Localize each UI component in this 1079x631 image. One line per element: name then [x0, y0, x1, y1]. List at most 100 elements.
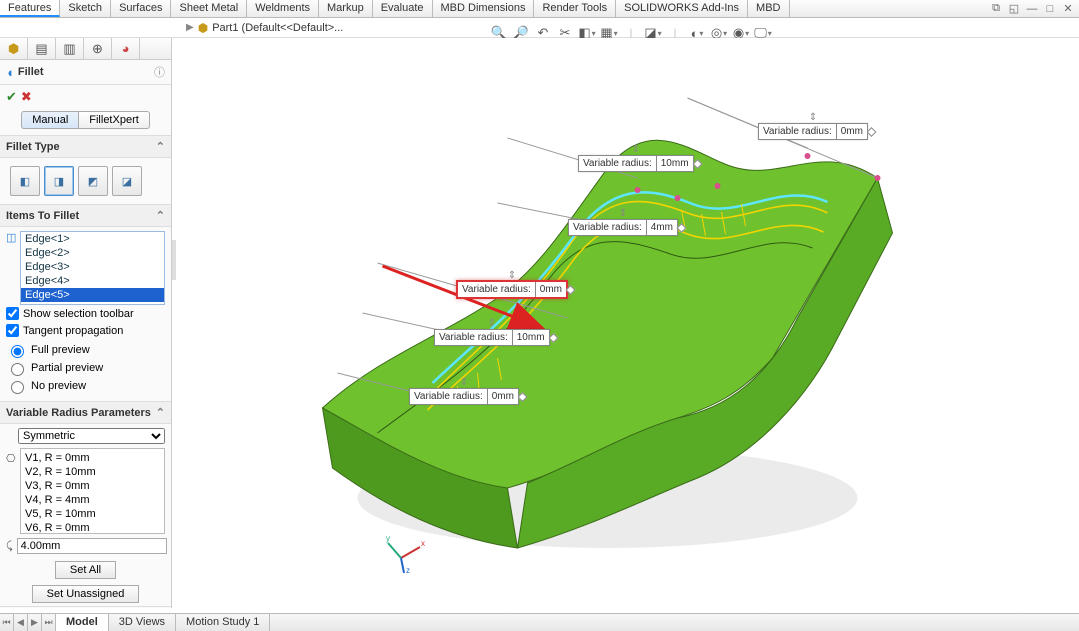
radius-callout[interactable]: ⇕Variable radius:0mm	[758, 123, 868, 140]
list-item[interactable]: V1, R = 0mm	[25, 451, 160, 465]
minimize-icon[interactable]: —	[1025, 2, 1039, 16]
part-icon[interactable]: ⬢	[198, 21, 208, 35]
dimxpert-icon[interactable]: ⊕	[84, 38, 112, 59]
callout-label: Variable radius:	[569, 220, 647, 235]
radius-callout[interactable]: ⇕Variable radius:0mm	[456, 280, 568, 299]
tangent-propagation-check[interactable]: Tangent propagation	[0, 322, 171, 339]
tile-icon[interactable]: ⧉	[989, 2, 1003, 16]
manual-button[interactable]: Manual	[21, 111, 78, 129]
collapse-icon: ⌃	[156, 140, 165, 153]
tab-nav-arrows: ⏮ ◀ ▶ ⏭	[0, 614, 56, 631]
feature-title-bar: ◖ Fillet ⓘ	[0, 60, 171, 85]
pin-icon: ⇕	[632, 144, 640, 155]
list-item[interactable]: Edge<3>	[21, 260, 164, 274]
pin-icon: ⇕	[619, 208, 627, 219]
list-item[interactable]: V3, R = 0mm	[25, 479, 160, 493]
partial-preview-radio[interactable]: Partial preview	[6, 359, 165, 377]
variable-radius-list[interactable]: V1, R = 0mmV2, R = 10mmV3, R = 0mmV4, R …	[20, 448, 165, 534]
callout-value[interactable]: 4mm	[647, 220, 677, 235]
menu-tab-solidworks-add-ins[interactable]: SOLIDWORKS Add-Ins	[616, 0, 748, 17]
list-item[interactable]: V4, R = 4mm	[25, 493, 160, 507]
menu-tab-weldments[interactable]: Weldments	[247, 0, 319, 17]
callout-value[interactable]: 10mm	[513, 330, 549, 345]
section-fillet-type[interactable]: Fillet Type ⌃	[0, 135, 171, 158]
view-triad[interactable]: x y z	[386, 533, 426, 573]
fillet-icon: ◖	[6, 65, 14, 80]
menu-tab-evaluate[interactable]: Evaluate	[373, 0, 433, 17]
callout-value[interactable]: 0mm	[837, 124, 867, 139]
help-icon[interactable]: ⓘ	[154, 64, 165, 80]
list-item[interactable]: V2, R = 10mm	[25, 465, 160, 479]
radius-callout[interactable]: ⇕Variable radius:10mm	[578, 155, 694, 172]
list-item[interactable]: V6, R = 0mm	[25, 521, 160, 534]
show-selection-toolbar-check[interactable]: Show selection toolbar	[0, 305, 171, 322]
constant-fillet-icon[interactable]: ◧	[10, 166, 40, 196]
full-round-icon[interactable]: ◪	[112, 166, 142, 196]
model-render	[176, 38, 1079, 613]
items-to-fillet-list[interactable]: Edge<1>Edge<2>Edge<3>Edge<4>Edge<5>	[20, 231, 165, 305]
svg-text:z: z	[406, 566, 410, 573]
list-item[interactable]: Edge<2>	[21, 246, 164, 260]
radius-value-input[interactable]	[17, 538, 167, 554]
property-mgr-icon[interactable]: ▤	[28, 38, 56, 59]
section-variable-radius[interactable]: Variable Radius Parameters ⌃	[0, 401, 171, 424]
radius-spinner[interactable]: ▲▼	[171, 540, 172, 552]
variable-fillet-icon[interactable]: ◨	[44, 166, 74, 196]
cascade-icon[interactable]: ◱	[1007, 2, 1021, 16]
menu-tab-sheet-metal[interactable]: Sheet Metal	[171, 0, 247, 17]
feature-manager-tabs: ⬢ ▤ ▥ ⊕ ◕	[0, 38, 171, 60]
tab-prev-icon[interactable]: ◀	[14, 614, 28, 631]
part-name[interactable]: Part1 (Default<<Default>...	[212, 22, 343, 34]
maximize-icon[interactable]: □	[1043, 2, 1057, 16]
bottom-tab-motion-study-1[interactable]: Motion Study 1	[176, 614, 270, 631]
callout-label: Variable radius:	[435, 330, 513, 345]
svg-text:y: y	[386, 534, 390, 543]
symmetric-select[interactable]: Symmetric	[18, 428, 165, 444]
no-preview-radio[interactable]: No preview	[6, 377, 165, 395]
full-preview-radio[interactable]: Full preview	[6, 341, 165, 359]
callout-value[interactable]: 0mm	[488, 389, 518, 404]
callout-value[interactable]: 0mm	[536, 282, 566, 297]
feature-tree-icon[interactable]: ⬢	[0, 38, 28, 59]
radius-callout[interactable]: ⇕Variable radius:0mm	[409, 388, 519, 405]
menu-tab-sketch[interactable]: Sketch	[60, 0, 111, 17]
radius-callout[interactable]: ⇕Variable radius:4mm	[568, 219, 678, 236]
set-all-button[interactable]: Set All	[55, 561, 116, 579]
config-mgr-icon[interactable]: ▥	[56, 38, 84, 59]
menu-tab-surfaces[interactable]: Surfaces	[111, 0, 171, 17]
collapse-icon: ⌃	[156, 209, 165, 222]
menu-tab-render-tools[interactable]: Render Tools	[534, 0, 616, 17]
close-window-icon[interactable]: ✕	[1061, 2, 1075, 16]
list-item[interactable]: Edge<4>	[21, 274, 164, 288]
radius-callout[interactable]: ⇕Variable radius:10mm	[434, 329, 550, 346]
list-item[interactable]: Edge<5>	[21, 288, 164, 302]
vertex-list-icon: ⎔	[6, 448, 20, 465]
fillet-type-options: ◧ ◨ ◩ ◪	[0, 158, 171, 204]
graphics-area[interactable]: x y z ⇕Variable radius:0mm⇕Variable radi…	[176, 38, 1079, 613]
menu-tab-mbd-dimensions[interactable]: MBD Dimensions	[433, 0, 535, 17]
bottom-tabs: ⏮ ◀ ▶ ⏭ Model3D ViewsMotion Study 1	[0, 613, 1079, 631]
tab-first-icon[interactable]: ⏮	[0, 614, 14, 631]
menu-tab-features[interactable]: Features	[0, 0, 60, 17]
menu-tab-markup[interactable]: Markup	[319, 0, 373, 17]
accept-icon[interactable]: ✔	[6, 89, 17, 105]
tab-last-icon[interactable]: ⏭	[42, 614, 56, 631]
section-items-to-fillet[interactable]: Items To Fillet ⌃	[0, 204, 171, 227]
tab-next-icon[interactable]: ▶	[28, 614, 42, 631]
filletxpert-button[interactable]: FilletXpert	[78, 111, 150, 129]
reject-icon[interactable]: ✖	[21, 89, 32, 105]
list-item[interactable]: V5, R = 10mm	[25, 507, 160, 521]
bottom-tab-model[interactable]: Model	[56, 614, 109, 631]
feature-title: Fillet	[18, 66, 44, 78]
breadcrumb-arrow-icon[interactable]: ▶	[182, 22, 198, 33]
pin-icon: ⇕	[488, 318, 496, 329]
callout-label: Variable radius:	[579, 156, 657, 171]
bottom-tab-3d-views[interactable]: 3D Views	[109, 614, 176, 631]
display-mgr-icon[interactable]: ◕	[112, 38, 140, 59]
window-controls: ⧉ ◱ — □ ✕	[989, 0, 1079, 17]
menu-tab-mbd[interactable]: MBD	[748, 0, 789, 17]
face-fillet-icon[interactable]: ◩	[78, 166, 108, 196]
callout-value[interactable]: 10mm	[657, 156, 693, 171]
list-item[interactable]: Edge<1>	[21, 232, 164, 246]
set-unassigned-button[interactable]: Set Unassigned	[32, 585, 140, 603]
